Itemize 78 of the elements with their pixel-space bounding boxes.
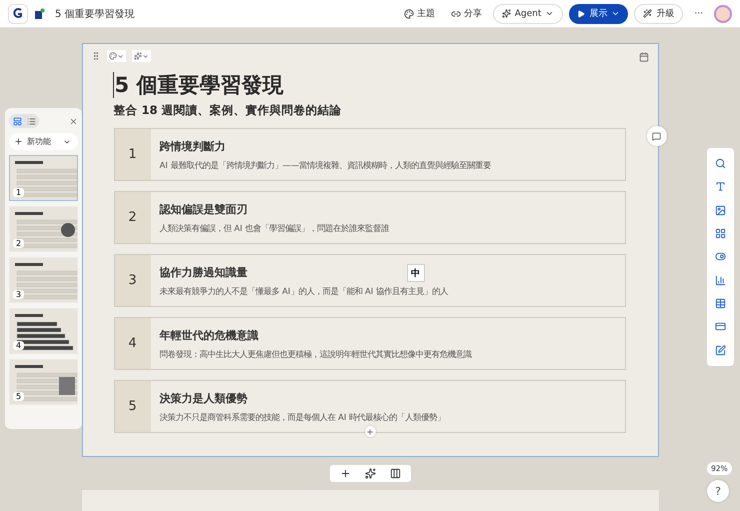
grid-view-icon bbox=[12, 116, 22, 126]
comment-button[interactable] bbox=[646, 126, 666, 146]
app-logo[interactable] bbox=[8, 4, 28, 24]
chevron-down-icon[interactable] bbox=[611, 9, 620, 18]
chevron-down-icon bbox=[142, 52, 148, 60]
plus-icon bbox=[366, 428, 374, 436]
toggle-icon[interactable] bbox=[715, 251, 726, 262]
view-tab[interactable] bbox=[10, 115, 24, 127]
slide-thumbnail-drawing bbox=[13, 363, 79, 403]
finding-heading: 決策力是人類優勢 bbox=[160, 390, 248, 406]
slide-thumbnail[interactable]: 2 bbox=[9, 206, 78, 252]
slide-number: 1 bbox=[13, 188, 24, 197]
finding-heading: 協作力勝過知識量 bbox=[160, 264, 248, 280]
slide-number: 5 bbox=[13, 392, 24, 401]
present-button[interactable]: 展示 bbox=[569, 4, 628, 24]
finding-text: 決策力不只是商管科系需要的技能，而是每個人在 AI 時代最核心的「人類優勢」 bbox=[160, 412, 446, 422]
more-button[interactable]: ··· bbox=[689, 6, 708, 20]
card-icon[interactable] bbox=[715, 321, 726, 332]
slide-thumbnail[interactable]: 4 bbox=[9, 308, 78, 354]
upgrade-button[interactable]: 升級 bbox=[634, 4, 684, 24]
add-icon[interactable] bbox=[340, 468, 350, 479]
finding-text: 問卷發現：高中生比大人更焦慮但也更積極，這說明年輕世代其實比想像中更有危機意識 bbox=[160, 348, 472, 360]
slide-thumbnail-drawing bbox=[13, 210, 79, 250]
chevron-down-icon bbox=[116, 52, 124, 60]
slide-number: 2 bbox=[13, 239, 24, 248]
theme-button[interactable]: 主題 bbox=[398, 5, 440, 22]
slide-title: 5 個重要學習發現 bbox=[112, 72, 650, 98]
slide-thumbnail[interactable]: 1 bbox=[9, 155, 78, 201]
play-icon bbox=[577, 10, 586, 18]
slide-number: 4 bbox=[13, 341, 24, 350]
ai-dropdown[interactable] bbox=[132, 50, 150, 62]
help-button[interactable]: ? bbox=[707, 480, 729, 502]
calendar-icon[interactable] bbox=[638, 52, 648, 62]
finding-number: 2 bbox=[114, 192, 150, 243]
comment-icon bbox=[652, 132, 661, 140]
sparkle-icon bbox=[134, 52, 142, 60]
image-icon[interactable] bbox=[715, 204, 726, 216]
sparkle-icon[interactable] bbox=[364, 468, 376, 479]
new-feature-button[interactable]: 新功能 bbox=[9, 133, 78, 150]
finding-text: AI 最難取代的是「跨情境判斷力」——當情境複雜、資訊模糊時，人類的直覺與經驗至關重要 bbox=[160, 160, 492, 170]
share-button[interactable]: 分享 bbox=[446, 5, 487, 22]
plus-icon bbox=[14, 137, 23, 146]
sparkle-icon bbox=[502, 9, 511, 18]
document-title: 5 個重要學習發現 bbox=[55, 8, 135, 20]
table-icon[interactable] bbox=[715, 298, 726, 310]
edit-icon[interactable] bbox=[715, 344, 726, 356]
slide-thumbnail[interactable]: 3 bbox=[9, 257, 78, 303]
agent-button[interactable]: Agent bbox=[492, 4, 564, 24]
slide-subtitle: 整合 18 週閱讀、案例、實作與問卷的結論 bbox=[114, 103, 343, 118]
finding-text: 未來最有競爭力的人不是「懂最多 AI」的人，而是「能和 AI 協作且有主見」的人 bbox=[160, 286, 448, 296]
slide-thumbnail-drawing bbox=[13, 159, 79, 199]
magic-wand-icon bbox=[643, 9, 652, 18]
style-dropdown[interactable] bbox=[106, 50, 126, 62]
document-icon bbox=[34, 8, 45, 20]
finding-heading: 跨情境判斷力 bbox=[160, 138, 226, 154]
search-icon[interactable] bbox=[715, 158, 726, 170]
palette-icon bbox=[108, 52, 116, 60]
finding-number: 1 bbox=[114, 129, 150, 180]
close-icon[interactable] bbox=[69, 116, 78, 126]
layout-icon[interactable] bbox=[390, 468, 400, 479]
chevron-down-icon[interactable] bbox=[545, 9, 554, 18]
finding-heading: 認知偏誤是雙面刃 bbox=[160, 202, 248, 216]
slide-number: 3 bbox=[13, 290, 24, 299]
chart-icon[interactable] bbox=[715, 274, 726, 286]
text-icon[interactable] bbox=[715, 181, 726, 192]
ime-indicator: 中 bbox=[406, 264, 424, 282]
finding-number: 5 bbox=[114, 381, 150, 432]
link-icon bbox=[450, 8, 461, 18]
user-avatar[interactable] bbox=[714, 4, 732, 22]
finding-text: 人類決策有偏誤，但 AI 也會「學習偏誤」，問題在於誰來監督誰 bbox=[160, 222, 390, 234]
finding-heading: 年輕世代的危機意識 bbox=[160, 328, 258, 342]
list-view-icon bbox=[26, 116, 36, 126]
finding-number: 4 bbox=[114, 318, 150, 369]
palette-icon bbox=[404, 8, 414, 18]
finding-number: 3 bbox=[114, 255, 150, 306]
slide-thumbnail-drawing bbox=[13, 261, 79, 301]
slide-thumbnail[interactable]: 5 bbox=[9, 359, 78, 405]
grid-icon[interactable] bbox=[715, 228, 726, 240]
